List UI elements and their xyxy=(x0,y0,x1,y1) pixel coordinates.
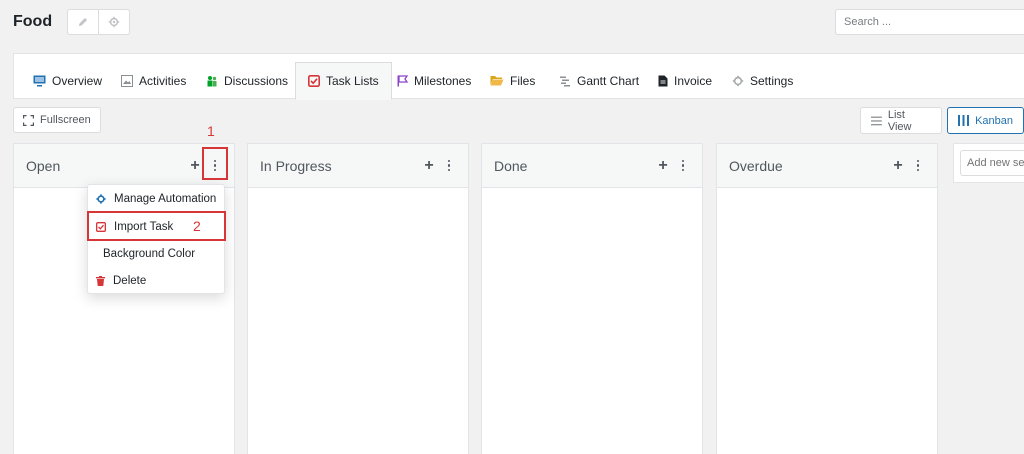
menu-item-label: Delete xyxy=(113,275,147,287)
document-icon xyxy=(658,75,668,86)
tab-gantt-chart[interactable]: Gantt Chart xyxy=(559,62,639,99)
folder-icon xyxy=(490,76,504,86)
add-section-panel xyxy=(953,143,1024,183)
tab-label: Discussions xyxy=(224,73,289,88)
add-task-button[interactable]: + xyxy=(188,157,202,174)
project-title: Food xyxy=(13,13,53,30)
pencil-icon xyxy=(79,18,87,26)
column-menu-button[interactable] xyxy=(676,159,690,172)
tab-settings[interactable]: Settings xyxy=(732,62,793,99)
tab-label: Files xyxy=(510,73,536,88)
gear-icon xyxy=(96,194,106,204)
column-header: Overdue + xyxy=(717,144,937,188)
title-actions xyxy=(67,9,130,35)
flag-icon xyxy=(397,74,408,86)
checkbox-icon xyxy=(308,75,320,87)
expand-icon xyxy=(23,114,34,126)
column-menu-button[interactable] xyxy=(442,159,456,172)
tab-label: Overview xyxy=(52,73,103,88)
kanban-column-overdue: Overdue + xyxy=(716,143,938,454)
tab-label: Task Lists xyxy=(326,74,379,88)
tab-invoice[interactable]: Invoice xyxy=(658,62,712,99)
column-header: Open + xyxy=(14,144,234,188)
list-view-label: List View xyxy=(887,108,912,133)
tab-discussions[interactable]: Discussions xyxy=(206,62,288,99)
menu-item-label: Manage Automation xyxy=(114,193,217,205)
add-task-button[interactable]: + xyxy=(656,157,670,174)
tab-label: Gantt Chart xyxy=(577,73,640,88)
tab-label: Activities xyxy=(139,73,187,88)
fullscreen-button[interactable]: Fullscreen xyxy=(13,107,101,133)
kanban-view-button[interactable]: Kanban xyxy=(947,107,1024,134)
kanban-icon xyxy=(958,115,970,126)
column-title: In Progress xyxy=(260,157,332,174)
tab-label: Milestones xyxy=(414,73,472,88)
menu-item-background-color[interactable]: Background Color xyxy=(88,241,224,267)
image-icon xyxy=(121,74,133,87)
step-number-2: 2 xyxy=(193,218,201,234)
view-toggle: List View Kanban xyxy=(860,107,1024,134)
trash-icon xyxy=(96,276,105,286)
tab-files[interactable]: Files xyxy=(490,62,535,99)
project-tabs: Overview Activities Discussions Task Lis… xyxy=(13,53,1024,100)
add-task-button[interactable]: + xyxy=(422,157,436,174)
column-header: In Progress + xyxy=(248,144,468,188)
menu-item-delete[interactable]: Delete xyxy=(88,268,224,294)
step-number-1: 1 xyxy=(207,123,215,139)
column-menu-button[interactable] xyxy=(911,159,925,172)
people-icon xyxy=(207,75,217,86)
tab-label: Invoice xyxy=(674,73,713,88)
tab-milestones[interactable]: Milestones xyxy=(397,62,471,99)
column-title: Done xyxy=(494,157,528,174)
search-input[interactable] xyxy=(835,9,1024,35)
monitor-icon xyxy=(33,75,46,86)
tab-activities[interactable]: Activities xyxy=(121,62,186,99)
edit-project-button[interactable] xyxy=(68,10,98,34)
menu-item-manage-automation[interactable]: Manage Automation xyxy=(88,186,224,212)
gear-icon xyxy=(732,75,744,86)
highlight-box-step2 xyxy=(87,211,226,241)
list-icon xyxy=(871,116,882,125)
project-settings-button[interactable] xyxy=(98,10,129,34)
column-title: Open xyxy=(26,157,61,174)
kanban-column-done: Done + xyxy=(481,143,703,454)
gantt-icon xyxy=(560,76,570,86)
highlight-box-step1 xyxy=(202,147,228,180)
gear-icon xyxy=(108,16,120,28)
tab-label: Settings xyxy=(750,73,794,88)
menu-item-label: Background Color xyxy=(103,248,196,260)
add-section-input[interactable] xyxy=(960,150,1024,176)
fullscreen-label: Fullscreen xyxy=(40,114,91,126)
kanban-label: Kanban xyxy=(975,114,1013,127)
column-header: Done + xyxy=(482,144,702,188)
tab-overview[interactable]: Overview xyxy=(33,62,102,99)
list-view-button[interactable]: List View xyxy=(860,107,943,134)
kanban-column-in-progress: In Progress + xyxy=(247,143,469,454)
column-title: Overdue xyxy=(729,157,783,174)
tab-task-lists[interactable]: Task Lists xyxy=(295,62,392,100)
add-task-button[interactable]: + xyxy=(891,157,905,174)
